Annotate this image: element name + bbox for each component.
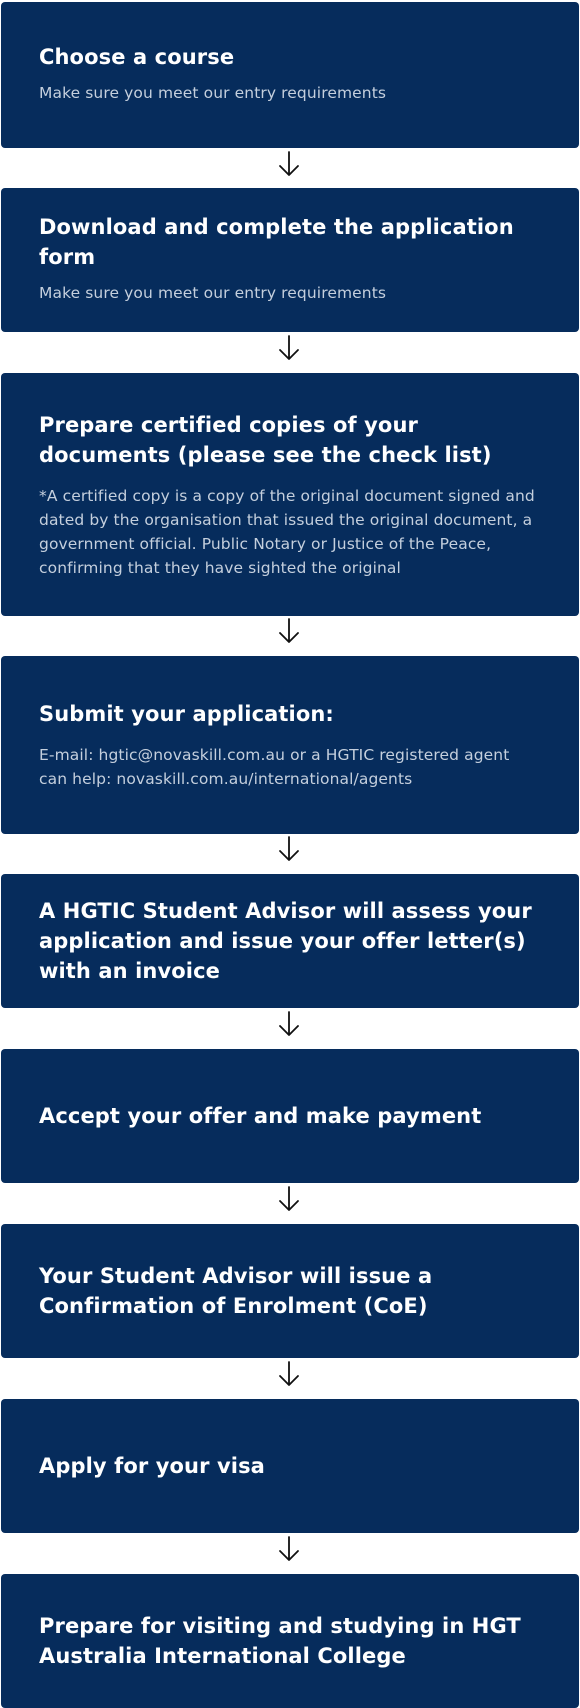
step-title: A HGTIC Student Advisor will assess your… <box>39 899 532 983</box>
arrow-down-icon <box>278 1536 300 1562</box>
step-title: Choose a course <box>39 44 235 69</box>
arrow-down-icon <box>278 151 300 177</box>
step-choose-course: Choose a course Make sure you meet our e… <box>1 2 579 148</box>
step-issue-coe: Your Student Advisor will issue a Confir… <box>1 1224 579 1358</box>
step-title: Apply for your visa <box>39 1454 265 1478</box>
arrow-down-icon <box>278 618 300 644</box>
step-title: Submit your application: <box>39 702 334 726</box>
step-description: Make sure you meet our entry requirement… <box>39 283 387 302</box>
arrow-down-icon <box>278 335 300 361</box>
step-title: Accept your offer and make payment <box>39 1104 482 1128</box>
step-certified-copies: Prepare certified copies of your documen… <box>1 373 579 616</box>
step-title: Prepare certified copies of your documen… <box>39 412 492 467</box>
step-description: *A certified copy is a copy of the origi… <box>39 486 535 577</box>
step-apply-visa: Apply for your visa <box>1 1399 579 1533</box>
arrow-down-icon <box>278 1011 300 1037</box>
step-title: Download and complete the application fo… <box>39 214 514 269</box>
arrow-down-icon <box>278 1361 300 1387</box>
step-download-form: Download and complete the application fo… <box>1 188 579 332</box>
step-description: E-mail: hgtic@novaskill.com.au or a HGTI… <box>39 746 510 788</box>
arrow-down-icon <box>278 1186 300 1212</box>
step-description: Make sure you meet our entry requirement… <box>39 83 387 102</box>
step-prepare-visit: Prepare for visiting and studying in HGT… <box>1 1574 579 1708</box>
arrow-down-icon <box>278 836 300 862</box>
step-advisor-assess: A HGTIC Student Advisor will assess your… <box>1 874 579 1008</box>
step-submit-application: Submit your application: E-mail: hgtic@n… <box>1 656 579 834</box>
step-title: Prepare for visiting and studying in HGT… <box>39 1614 521 1668</box>
step-accept-offer: Accept your offer and make payment <box>1 1049 579 1183</box>
step-title: Your Student Advisor will issue a Confir… <box>39 1264 433 1318</box>
